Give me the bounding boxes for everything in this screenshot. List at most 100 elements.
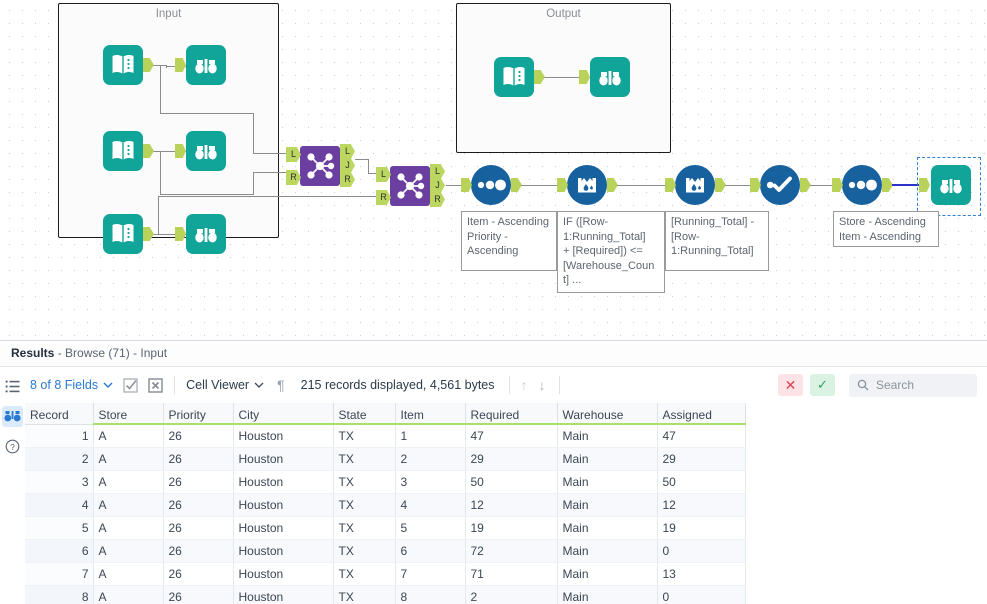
table-cell[interactable]: Houston (233, 586, 333, 604)
table-cell[interactable]: 19 (657, 517, 745, 540)
column-header-record[interactable]: Record (25, 403, 93, 424)
table-cell[interactable]: Main (557, 424, 657, 448)
column-header-state[interactable]: State (333, 403, 395, 424)
table-cell[interactable]: TX (333, 471, 395, 494)
table-cell[interactable]: 26 (163, 517, 233, 540)
select-all-fields-icon[interactable] (123, 378, 138, 393)
table-cell[interactable]: TX (333, 424, 395, 448)
table-cell[interactable]: TX (333, 448, 395, 471)
table-cell[interactable]: 5 (25, 517, 93, 540)
tool-multi-row-formula-1[interactable] (567, 165, 607, 205)
join-anchor-J-out[interactable]: J (430, 178, 445, 193)
table-cell[interactable]: TX (333, 563, 395, 586)
table-cell[interactable]: 5 (395, 517, 465, 540)
tool-browse-3[interactable] (186, 214, 226, 254)
join-anchor-J-out[interactable]: J (340, 158, 355, 173)
table-cell[interactable]: 1 (25, 424, 93, 448)
column-header-store[interactable]: Store (93, 403, 163, 424)
table-cell[interactable]: 50 (657, 471, 745, 494)
table-cell[interactable]: Main (557, 586, 657, 604)
table-cell[interactable]: 26 (163, 424, 233, 448)
table-cell[interactable]: A (93, 540, 163, 563)
table-row[interactable]: 6A26HoustonTX672Main0 (25, 540, 745, 563)
column-header-assigned[interactable]: Assigned (657, 403, 745, 424)
tool-formula-1[interactable] (760, 165, 800, 205)
table-cell[interactable]: 50 (465, 471, 557, 494)
workflow-canvas[interactable]: Input Output (0, 0, 987, 340)
table-cell[interactable]: 12 (465, 494, 557, 517)
join-anchor-L-out[interactable]: L (430, 164, 445, 179)
browse-results-icon[interactable] (2, 406, 23, 427)
deselect-all-fields-icon[interactable] (148, 378, 163, 393)
table-row[interactable]: 4A26HoustonTX412Main12 (25, 494, 745, 517)
tool-container-input[interactable]: Input (58, 3, 279, 238)
tool-browse-2[interactable] (186, 131, 226, 171)
tool-input-data-2[interactable] (103, 131, 143, 171)
table-cell[interactable]: 72 (465, 540, 557, 563)
table-cell[interactable]: 26 (163, 471, 233, 494)
tool-join-1[interactable]: L R L J R (300, 146, 340, 186)
table-cell[interactable]: 71 (465, 563, 557, 586)
table-row[interactable]: 2A26HoustonTX229Main29 (25, 448, 745, 471)
join-anchor-L-out[interactable]: L (340, 144, 355, 159)
cell-viewer-selector[interactable]: Cell Viewer (186, 378, 264, 392)
table-cell[interactable]: 29 (465, 448, 557, 471)
table-cell[interactable]: A (93, 563, 163, 586)
tool-output-data-1[interactable] (494, 57, 534, 97)
join-anchor-R-out[interactable]: R (430, 192, 445, 207)
input-anchor[interactable] (461, 178, 472, 192)
column-header-required[interactable]: Required (465, 403, 557, 424)
cancel-button[interactable]: ✕ (778, 374, 803, 396)
column-header-priority[interactable]: Priority (163, 403, 233, 424)
search-input[interactable]: Search (849, 374, 977, 397)
table-cell[interactable]: 4 (25, 494, 93, 517)
column-header-city[interactable]: City (233, 403, 333, 424)
table-cell[interactable]: 29 (657, 448, 745, 471)
tool-browse-1[interactable] (186, 45, 226, 85)
tool-input-data-3[interactable] (103, 214, 143, 254)
table-cell[interactable]: 4 (395, 494, 465, 517)
table-cell[interactable]: 8 (395, 586, 465, 604)
table-cell[interactable]: 6 (395, 540, 465, 563)
table-cell[interactable]: TX (333, 586, 395, 604)
table-cell[interactable]: 7 (25, 563, 93, 586)
table-cell[interactable]: 2 (465, 586, 557, 604)
table-row[interactable]: 5A26HoustonTX519Main19 (25, 517, 745, 540)
fields-selector[interactable]: 8 of 8 Fields (30, 378, 113, 392)
tool-browse-output[interactable] (590, 57, 630, 97)
tool-sort-2[interactable] (842, 165, 882, 205)
tool-browse-final[interactable] (931, 165, 971, 205)
input-anchor[interactable] (750, 178, 761, 192)
table-cell[interactable]: 26 (163, 448, 233, 471)
tool-join-2[interactable]: L R L J R (390, 166, 430, 206)
table-cell[interactable]: 8 (25, 586, 93, 604)
help-icon[interactable]: ? (2, 436, 23, 457)
join-anchor-R-out[interactable]: R (340, 172, 355, 187)
table-cell[interactable]: 2 (395, 448, 465, 471)
table-cell[interactable]: TX (333, 540, 395, 563)
table-cell[interactable]: 26 (163, 540, 233, 563)
pilcrow-icon[interactable]: ¶ (277, 377, 285, 393)
column-header-warehouse[interactable]: Warehouse (557, 403, 657, 424)
table-cell[interactable]: Houston (233, 540, 333, 563)
table-row[interactable]: 3A26HoustonTX350Main50 (25, 471, 745, 494)
table-cell[interactable]: 19 (465, 517, 557, 540)
table-row[interactable]: 8A26HoustonTX82Main0 (25, 586, 745, 604)
table-cell[interactable]: Houston (233, 471, 333, 494)
table-cell[interactable]: 26 (163, 494, 233, 517)
table-row[interactable]: 1A26HoustonTX147Main47 (25, 424, 745, 448)
table-cell[interactable]: Houston (233, 517, 333, 540)
table-cell[interactable]: TX (333, 517, 395, 540)
join-anchor-L-in[interactable]: L (376, 167, 391, 182)
table-cell[interactable]: A (93, 424, 163, 448)
table-cell[interactable]: Houston (233, 424, 333, 448)
join-anchor-L-in[interactable]: L (286, 147, 301, 162)
table-cell[interactable]: 13 (657, 563, 745, 586)
table-cell[interactable]: 3 (25, 471, 93, 494)
table-cell[interactable]: Main (557, 517, 657, 540)
table-cell[interactable]: Houston (233, 448, 333, 471)
table-cell[interactable]: Main (557, 563, 657, 586)
table-cell[interactable]: 47 (465, 424, 557, 448)
table-cell[interactable]: Main (557, 494, 657, 517)
list-view-icon[interactable] (2, 376, 23, 397)
